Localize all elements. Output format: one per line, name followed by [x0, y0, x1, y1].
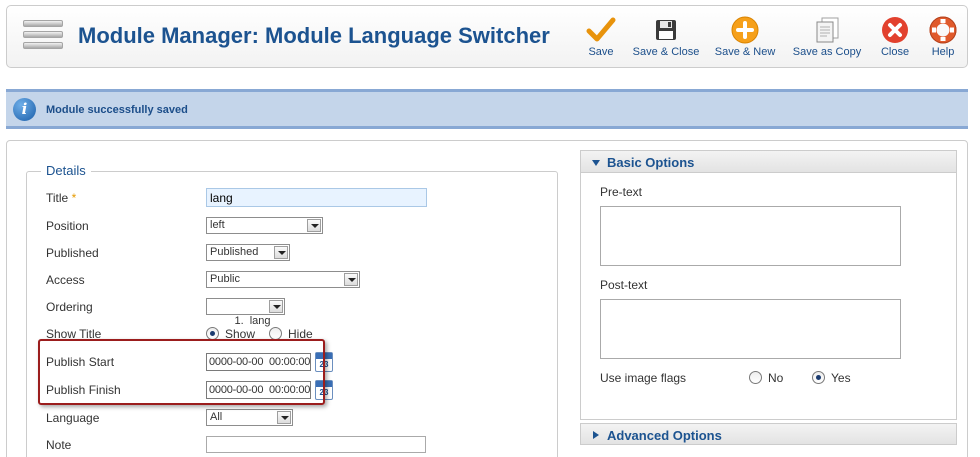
lifebuoy-icon: [926, 14, 960, 46]
close-x-icon: [878, 14, 912, 46]
save-as-copy-button[interactable]: Save as Copy: [791, 14, 863, 64]
published-label: Published: [46, 246, 99, 260]
chevron-down-icon: [277, 411, 291, 424]
yes-option-label: Yes: [831, 371, 851, 385]
help-button[interactable]: Help: [925, 14, 961, 64]
note-input[interactable]: [206, 436, 426, 453]
language-select[interactable]: All: [206, 409, 293, 426]
basic-options-header[interactable]: Basic Options: [581, 151, 956, 173]
advanced-options-header[interactable]: Advanced Options: [581, 424, 956, 444]
checkmark-icon: [584, 14, 618, 46]
save-new-button[interactable]: Save & New: [713, 14, 777, 64]
published-select[interactable]: Published: [206, 244, 290, 261]
post-text-textarea[interactable]: [600, 299, 901, 359]
title-row: Title *: [46, 188, 546, 208]
advanced-options-panel: Advanced Options: [580, 423, 957, 445]
note-row: Note: [46, 435, 546, 455]
menu-icon: [23, 20, 63, 54]
chevron-down-icon: [274, 246, 288, 259]
chevron-down-icon: [344, 273, 358, 286]
message-text: Module successfully saved: [46, 104, 188, 116]
system-message: i Module successfully saved: [6, 89, 968, 129]
post-text-label: Post-text: [600, 278, 648, 292]
pre-text-textarea[interactable]: [600, 206, 901, 266]
access-select[interactable]: Public: [206, 271, 360, 288]
ordering-select[interactable]: 1. lang: [206, 298, 285, 327]
image-flags-yes-radio[interactable]: [812, 371, 825, 384]
collapse-arrow-icon: [592, 160, 600, 166]
position-label: Position: [46, 219, 89, 233]
chevron-down-icon: [307, 219, 321, 232]
main-panel: Details Title * Position left Published …: [6, 140, 968, 457]
page-title: Module Manager: Module Language Switcher: [78, 23, 550, 48]
image-flags-label: Use image flags: [600, 371, 687, 385]
details-legend: Details: [41, 163, 91, 178]
publish-dates-highlight: [38, 339, 325, 405]
save-button[interactable]: Save: [581, 14, 621, 64]
no-option-label: No: [768, 371, 784, 385]
required-mark: *: [71, 191, 77, 205]
position-row: Position left: [46, 216, 546, 236]
image-flags-no-radio[interactable]: [749, 371, 762, 384]
published-row: Published Published: [46, 243, 546, 263]
plus-circle-icon: [728, 14, 762, 46]
title-label: Title *: [46, 191, 77, 205]
access-row: Access Public: [46, 270, 546, 290]
floppy-disk-icon: [649, 14, 683, 46]
language-label: Language: [46, 411, 100, 425]
info-icon: i: [13, 98, 36, 121]
close-button[interactable]: Close: [875, 14, 915, 64]
toolbar: Module Manager: Module Language Switcher…: [6, 5, 968, 68]
language-row: Language All: [46, 408, 546, 428]
basic-options-panel: Basic Options Pre-text Post-text Use ima…: [580, 150, 957, 420]
position-select[interactable]: left: [206, 217, 323, 234]
note-label: Note: [46, 438, 72, 452]
ordering-row: Ordering 1. lang: [46, 297, 546, 327]
pre-text-label: Pre-text: [600, 185, 643, 199]
copy-document-icon: [810, 14, 844, 46]
details-fieldset: Details Title * Position left Published …: [26, 163, 558, 457]
chevron-down-icon: [269, 300, 283, 313]
ordering-label: Ordering: [46, 300, 93, 314]
access-label: Access: [46, 273, 85, 287]
save-close-button[interactable]: Save & Close: [631, 14, 701, 64]
title-input[interactable]: [206, 188, 427, 207]
expand-arrow-icon: [593, 431, 599, 439]
